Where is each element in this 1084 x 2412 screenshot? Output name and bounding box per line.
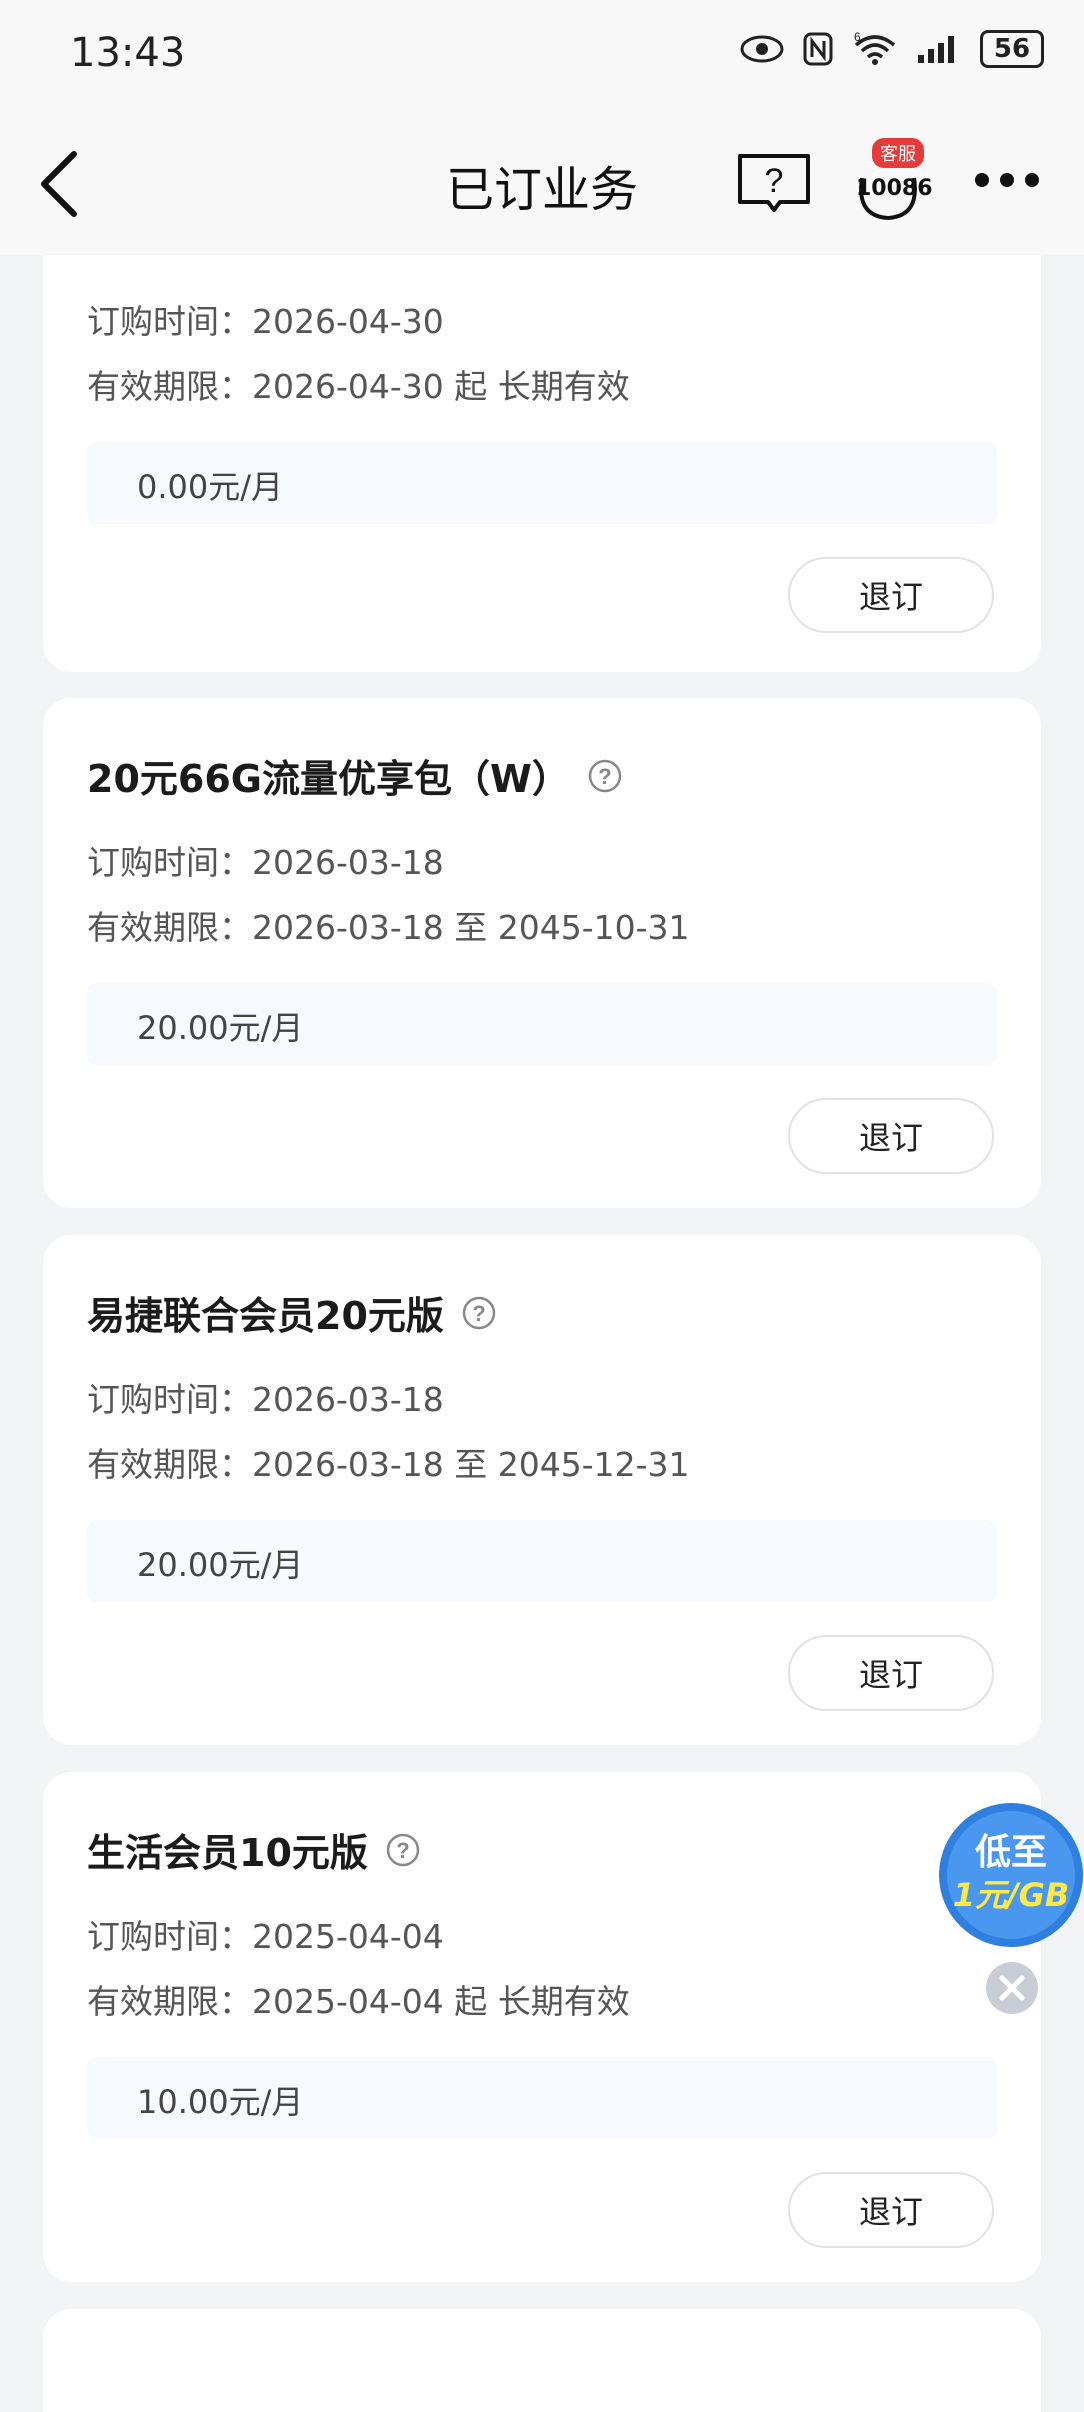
nfc-icon — [803, 32, 833, 66]
service-name: 生活会员10元版 — [87, 1831, 368, 1875]
price-box: 10.00元/月 — [87, 2057, 997, 2139]
service-list[interactable]: 订购时间：2026-04-30 有效期限：2026-04-30 起 长期有效 0… — [0, 255, 1084, 2412]
unsubscribe-button[interactable]: 退订 — [788, 1098, 994, 1174]
promo-line2: 1元/GB — [953, 1876, 1070, 1914]
validity-label: 有效期限： — [87, 367, 252, 406]
battery-icon: 56 — [980, 30, 1044, 68]
order-time-label: 订购时间： — [87, 843, 252, 882]
customer-service-button[interactable]: 客服 10086 — [848, 138, 933, 228]
validity-row: 有效期限：2026-03-18 至 2045-12-31 — [87, 1438, 690, 1486]
promo-line1: 低至 — [975, 1832, 1047, 1873]
question-book-icon[interactable]: ? — [736, 150, 812, 214]
price-box: 20.00元/月 — [87, 983, 997, 1065]
validity-label: 有效期限： — [87, 1982, 252, 2021]
validity-value: 2026-03-18 至 2045-10-31 — [252, 908, 690, 947]
wifi-icon: 6 — [854, 31, 896, 65]
order-time-row: 订购时间：2026-03-18 — [87, 836, 444, 884]
order-time-value: 2026-03-18 — [252, 843, 444, 882]
status-time: 13:43 — [70, 30, 186, 76]
service-title: 20元66G流量优享包（W） ? — [87, 748, 622, 803]
order-time-row: 订购时间：2026-04-30 — [87, 295, 444, 343]
validity-row: 有效期限：2025-04-04 起 长期有效 — [87, 1975, 630, 2023]
signal-icon — [918, 36, 954, 63]
headset-curve-icon — [859, 177, 917, 220]
unsubscribe-button[interactable]: 退订 — [788, 557, 994, 633]
network-badge: 6 — [854, 31, 861, 44]
order-time-row: 订购时间：2026-03-18 — [87, 1373, 444, 1421]
order-time-value: 2026-04-30 — [252, 302, 444, 341]
close-icon[interactable] — [984, 1960, 1040, 2016]
service-card: 易捷联合会员20元版 ? 订购时间：2026-03-18 有效期限：2026-0… — [43, 1235, 1041, 1745]
validity-row: 有效期限：2026-04-30 起 长期有效 — [87, 360, 630, 408]
order-time-label: 订购时间： — [87, 1380, 252, 1419]
order-time-value: 2026-03-18 — [252, 1380, 444, 1419]
promo-float-button[interactable]: 低至 1元/GB — [938, 1802, 1084, 1948]
unsubscribe-button[interactable]: 退订 — [788, 1635, 994, 1711]
validity-value: 2026-03-18 至 2045-12-31 — [252, 1445, 690, 1484]
price-value: 20.00元/月 — [137, 1009, 304, 1047]
unsubscribe-button[interactable]: 退订 — [788, 2172, 994, 2248]
status-icons: 6 56 — [740, 30, 1044, 68]
price-box: 0.00元/月 — [87, 442, 997, 524]
validity-value: 2025-04-04 起 长期有效 — [252, 1982, 630, 2021]
price-value: 0.00元/月 — [137, 468, 284, 506]
service-name: 20元66G流量优享包（W） — [87, 757, 570, 801]
price-box: 20.00元/月 — [87, 1520, 997, 1602]
validity-label: 有效期限： — [87, 1445, 252, 1484]
svg-text:?: ? — [765, 162, 784, 200]
service-name: 易捷联合会员20元版 — [87, 1294, 444, 1338]
more-dots-icon[interactable] — [972, 170, 1042, 190]
status-bar: 13:43 6 56 — [0, 0, 1084, 110]
question-circle-icon[interactable]: ? — [462, 1296, 496, 1330]
validity-value: 2026-04-30 起 长期有效 — [252, 367, 630, 406]
question-circle-icon[interactable]: ? — [386, 1833, 420, 1867]
eye-icon — [740, 35, 784, 63]
order-time-label: 订购时间： — [87, 1917, 252, 1956]
nav-bar: 已订业务 ? 客服 10086 — [0, 110, 1084, 255]
order-time-row: 订购时间：2025-04-04 — [87, 1910, 444, 1958]
svg-text:?: ? — [472, 1301, 485, 1326]
price-value: 20.00元/月 — [137, 1546, 304, 1584]
service-card: 生活会员10元版 ? 订购时间：2025-04-04 有效期限：2025-04-… — [43, 1772, 1041, 2282]
svg-text:?: ? — [598, 764, 611, 789]
service-card: 订购时间：2026-04-30 有效期限：2026-04-30 起 长期有效 0… — [43, 255, 1041, 672]
order-time-value: 2025-04-04 — [252, 1917, 444, 1956]
svg-text:?: ? — [396, 1838, 409, 1863]
price-value: 10.00元/月 — [137, 2083, 304, 2121]
service-card — [43, 2309, 1041, 2412]
service-title: 易捷联合会员20元版 ? — [87, 1285, 496, 1340]
question-circle-icon[interactable]: ? — [588, 759, 622, 793]
validity-row: 有效期限：2026-03-18 至 2045-10-31 — [87, 901, 690, 949]
validity-label: 有效期限： — [87, 908, 252, 947]
service-card: 20元66G流量优享包（W） ? 订购时间：2026-03-18 有效期限：20… — [43, 698, 1041, 1208]
order-time-label: 订购时间： — [87, 302, 252, 341]
service-title: 生活会员10元版 ? — [87, 1822, 420, 1877]
